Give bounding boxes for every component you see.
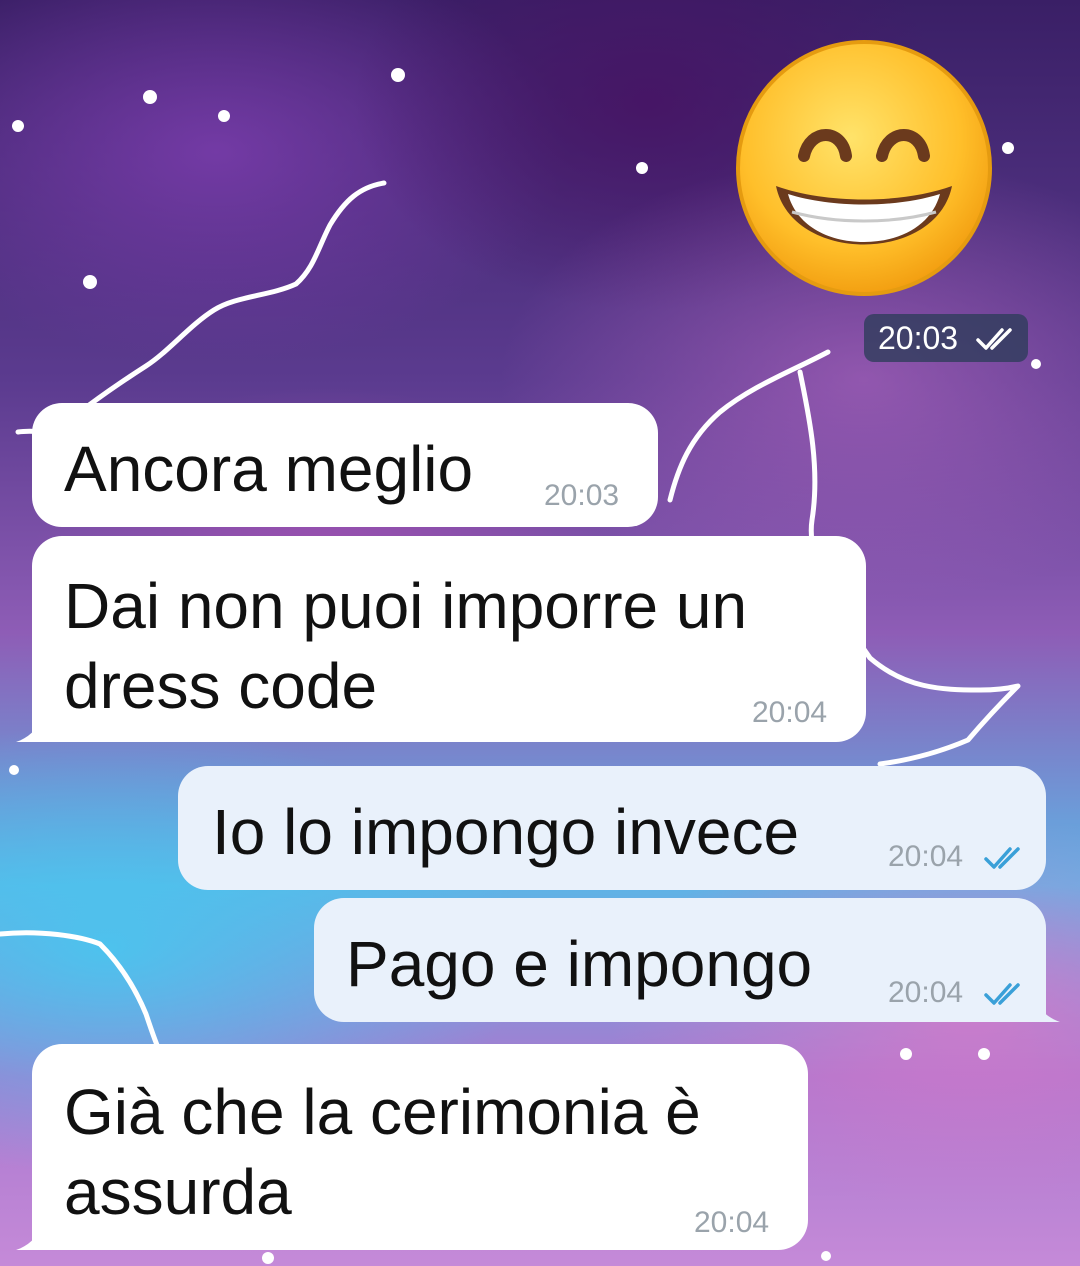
- sticker-timestamp: 20:03: [864, 314, 1028, 362]
- moon-drawing: [667, 349, 831, 503]
- message-bubble-incoming[interactable]: Già che la cerimonia è assurda 20:04: [16, 1044, 808, 1250]
- star-icon: [143, 90, 157, 104]
- message-bubble-outgoing[interactable]: Pago e impongo 20:04: [314, 898, 1060, 1022]
- bubble-tail: [1032, 998, 1060, 1022]
- bubble-tail: [16, 718, 44, 742]
- message-text: Pago e impongo: [346, 928, 813, 1000]
- message-time: 20:04: [888, 840, 964, 873]
- message-bubble-incoming[interactable]: Dai non puoi imporre un dress code 20:04: [16, 536, 866, 742]
- bubble-tail: [16, 1226, 44, 1250]
- message-time: 20:04: [752, 696, 828, 729]
- message-time: 20:04: [694, 1206, 770, 1239]
- message-time: 20:03: [878, 320, 959, 356]
- message-bubble-incoming[interactable]: Ancora meglio 20:03: [32, 403, 658, 527]
- message-bubble-outgoing[interactable]: Io lo impongo invece 20:04: [178, 766, 1046, 890]
- message-text: Già che la cerimonia è: [64, 1076, 701, 1148]
- star-icon: [978, 1048, 990, 1060]
- grinning-face-emoji-icon: [736, 40, 992, 296]
- double-check-icon: [984, 847, 1020, 869]
- star-icon: [900, 1048, 912, 1060]
- star-icon: [12, 120, 24, 132]
- message-text: dress code: [64, 650, 378, 722]
- message-text: Io lo impongo invece: [212, 796, 800, 868]
- star-icon: [9, 765, 19, 775]
- message-time: 20:04: [888, 976, 964, 1009]
- star-icon: [1031, 359, 1041, 369]
- star-icon: [262, 1252, 274, 1264]
- star-icon: [821, 1251, 831, 1261]
- sticker-message[interactable]: [732, 36, 996, 300]
- star-icon: [218, 110, 230, 122]
- star-icon: [391, 68, 405, 82]
- star-icon: [1002, 142, 1014, 154]
- double-check-icon: [984, 983, 1020, 1005]
- message-text: Dai non puoi imporre un: [64, 570, 748, 642]
- double-check-icon: [976, 328, 1012, 350]
- message-time: 20:03: [544, 479, 620, 512]
- chat-view[interactable]: 20:03 Ancora meglio 20:03 Dai non puoi i…: [0, 0, 1080, 1266]
- star-icon: [636, 162, 648, 174]
- drawn-line: [0, 930, 163, 1055]
- drawn-line: [77, 180, 387, 415]
- star-icon: [83, 275, 97, 289]
- message-text: Ancora meglio: [64, 433, 474, 505]
- message-text: assurda: [64, 1156, 292, 1228]
